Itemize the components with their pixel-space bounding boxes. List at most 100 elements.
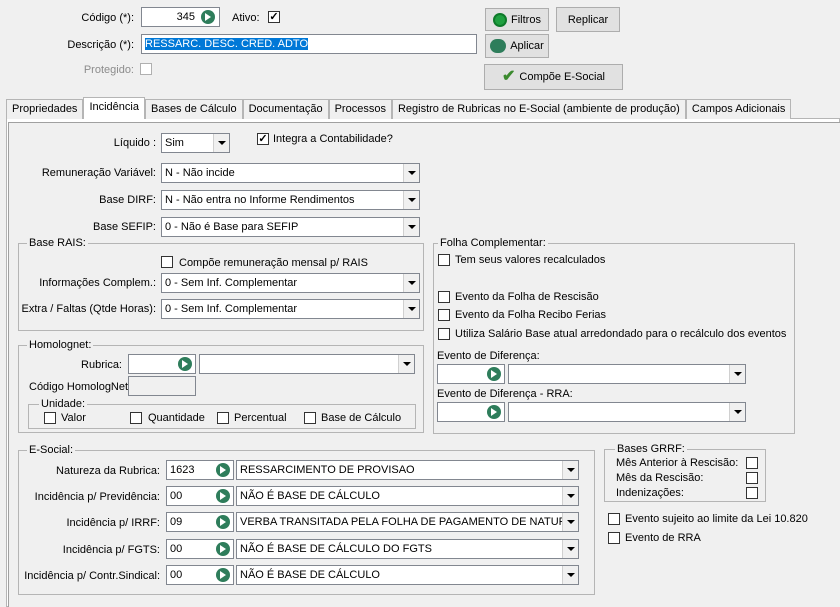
natureza-label: Natureza da Rubrica: [56, 465, 160, 477]
codigo-homolognet-label: Código HomologNet [29, 381, 129, 393]
chevron-down-icon [562, 540, 578, 558]
chevron-down-icon [398, 355, 414, 373]
chevron-down-icon [562, 461, 578, 479]
diferenca-select[interactable] [508, 364, 746, 384]
esocial-title: E-Social: [27, 444, 76, 456]
tab-bases-de-calculo[interactable]: Bases de Cálculo [144, 99, 243, 119]
dirf-select[interactable]: N - Não entra no Informe Rendimentos [161, 190, 420, 210]
protegido-label: Protegido: [83, 64, 134, 76]
unidade-title: Unidade: [39, 398, 88, 410]
codigo-value: 345 [176, 11, 195, 23]
recalculados-checkbox[interactable] [438, 254, 450, 266]
sindical-label: Incidência p/ Contr.Sindical: [24, 570, 160, 582]
rubrica-select[interactable] [199, 354, 415, 374]
integra-checkbox[interactable]: ✓ [257, 133, 269, 145]
mes-rescisao-checkbox[interactable] [746, 472, 758, 484]
chevron-down-icon [403, 274, 419, 292]
fgts-lookup-icon[interactable] [216, 542, 230, 556]
valor-checkbox[interactable] [44, 412, 56, 424]
rra-label: Evento de RRA [625, 532, 701, 544]
irrf-select[interactable]: VERBA TRANSITADA PELA FOLHA DE PAGAMENTO… [236, 512, 579, 532]
diferenca-rra-lookup-icon[interactable] [487, 405, 501, 419]
salario-label: Utiliza Salário Base atual arredondado p… [455, 328, 787, 340]
folha-title: Folha Complementar: [438, 237, 548, 249]
compoe-esocial-button[interactable]: ✔ Compõe E-Social [484, 64, 623, 90]
indenizacoes-label: Indenizações: [616, 487, 684, 499]
diferenca-rra-label: Evento de Diferença - RRA: [437, 388, 573, 400]
aplicar-icon [490, 39, 507, 53]
replicar-button[interactable]: Replicar [556, 7, 620, 32]
sindical-select[interactable]: NÃO É BASE DE CÁLCULO [236, 565, 579, 585]
quantidade-checkbox[interactable] [130, 412, 142, 424]
chevron-down-icon [403, 300, 419, 318]
tab-propriedades[interactable]: Propriedades [6, 99, 84, 119]
homolognet-title: Homolognet: [27, 339, 94, 351]
previdencia-label: Incidência p/ Previdência: [34, 491, 160, 503]
fgts-select[interactable]: NÃO É BASE DE CÁLCULO DO FGTS [236, 539, 579, 559]
rubrica-label: Rubrica: [81, 359, 122, 371]
base-calculo-label: Base de Cálculo [321, 412, 402, 424]
previdencia-select[interactable]: NÃO É BASE DE CÁLCULO [236, 486, 579, 506]
lei-checkbox[interactable] [608, 513, 620, 525]
filtros-icon [493, 12, 508, 27]
rais-title: Base RAIS: [27, 237, 88, 249]
chevron-down-icon [562, 487, 578, 505]
salario-checkbox[interactable] [438, 328, 450, 340]
remuneracao-select[interactable]: N - Não incide [161, 163, 420, 183]
tab-registro-rubricas[interactable]: Registro de Rubricas no E-Social (ambien… [391, 99, 686, 119]
info-complem-label: Informações Complem.: [39, 277, 156, 289]
natureza-select[interactable]: RESSARCIMENTO DE PROVISAO [236, 460, 579, 480]
liquido-label: Líquido : [113, 137, 156, 149]
chevron-down-icon [562, 566, 578, 584]
chevron-down-icon [562, 513, 578, 531]
mes-anterior-label: Mês Anterior à Rescisão: [616, 457, 739, 469]
base-calculo-checkbox[interactable] [304, 412, 316, 424]
indenizacoes-checkbox[interactable] [746, 487, 758, 499]
chevron-down-icon [213, 134, 229, 152]
extra-faltas-select[interactable]: 0 - Sem Inf. Complementar [161, 299, 420, 319]
sindical-lookup-icon[interactable] [216, 568, 230, 582]
rra-checkbox[interactable] [608, 532, 620, 544]
tab-processos[interactable]: Processos [328, 99, 392, 119]
chevron-down-icon [403, 191, 419, 209]
info-complem-select[interactable]: 0 - Sem Inf. Complementar [161, 273, 420, 293]
rubrica-lookup-icon[interactable] [178, 357, 192, 371]
irrf-lookup-icon[interactable] [216, 515, 230, 529]
rescisao-checkbox[interactable] [438, 291, 450, 303]
ferias-checkbox[interactable] [438, 309, 450, 321]
chevron-down-icon [729, 365, 745, 383]
ativo-checkbox[interactable]: ✓ [268, 11, 280, 23]
codigo-lookup-icon[interactable] [201, 10, 215, 24]
irrf-label: Incidência p/ IRRF: [66, 517, 160, 529]
mes-anterior-checkbox[interactable] [746, 457, 758, 469]
filtros-button[interactable]: Filtros [485, 8, 549, 31]
percentual-checkbox[interactable] [217, 412, 229, 424]
check-icon: ✔ [502, 68, 516, 85]
tab-campos-adicionais[interactable]: Campos Adicionais [685, 99, 792, 119]
natureza-lookup-icon[interactable] [216, 463, 230, 477]
ativo-label: Ativo: [232, 12, 260, 24]
mes-rescisao-label: Mês da Rescisão: [616, 472, 704, 484]
valor-label: Valor [61, 412, 86, 424]
sefip-select[interactable]: 0 - Não é Base para SEFIP [161, 217, 420, 237]
rais-compoe-checkbox[interactable] [161, 256, 173, 268]
liquido-select[interactable]: Sim [161, 133, 230, 153]
aplicar-button[interactable]: Aplicar [485, 34, 549, 58]
percentual-label: Percentual [234, 412, 287, 424]
diferenca-lookup-icon[interactable] [487, 367, 501, 381]
tab-bar: Propriedades Incidência Bases de Cálculo… [6, 97, 792, 119]
codigo-homolognet-input [128, 376, 196, 396]
descricao-input[interactable]: RESSARC. DESC. CRED. ADTO [141, 34, 477, 54]
previdencia-lookup-icon[interactable] [216, 489, 230, 503]
tab-documentacao[interactable]: Documentação [242, 99, 329, 119]
quantidade-label: Quantidade [148, 412, 205, 424]
recalculados-label: Tem seus valores recalculados [455, 254, 606, 266]
fgts-label: Incidência p/ FGTS: [62, 544, 160, 556]
chevron-down-icon [729, 403, 745, 421]
dirf-label: Base DIRF: [99, 194, 156, 206]
integra-label: Integra a Contabilidade? [273, 133, 393, 145]
diferenca-label: Evento de Diferença: [437, 350, 540, 362]
rais-compoe-label: Compõe remuneração mensal p/ RAIS [179, 257, 368, 269]
diferenca-rra-select[interactable] [508, 402, 746, 422]
tab-incidencia[interactable]: Incidência [83, 97, 145, 119]
